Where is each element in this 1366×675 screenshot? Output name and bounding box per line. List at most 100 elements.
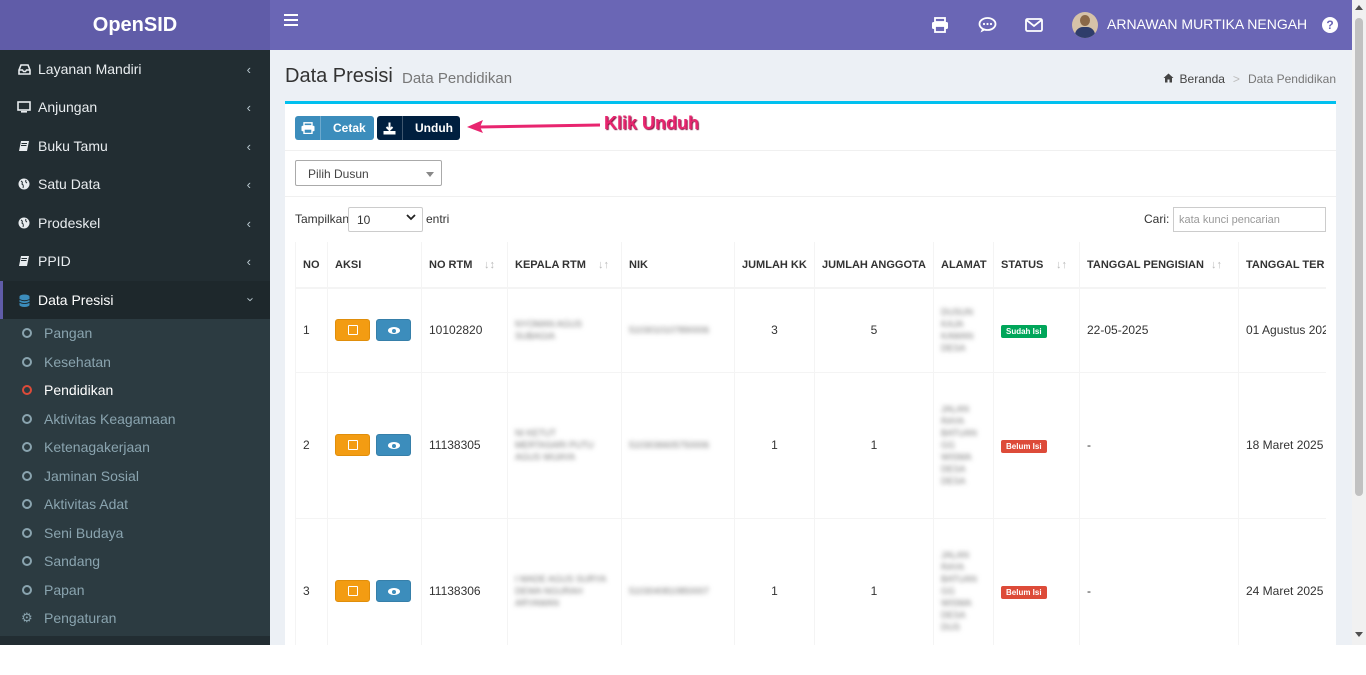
hamburger-menu-icon[interactable]	[284, 14, 298, 28]
dusun-select-value: Pilih Dusun	[308, 167, 369, 181]
page-scrollbar[interactable]	[1352, 0, 1366, 645]
circle-icon	[22, 328, 32, 338]
blurred-text: I MADE AGUS SURYA DEWA NGURAH ARYAWAN	[515, 574, 606, 609]
cetak-button[interactable]: Cetak	[295, 116, 374, 140]
chevron-left-icon: ‹	[246, 139, 251, 154]
scroll-up-icon[interactable]	[1355, 5, 1363, 10]
sidebar-item-label: Prodeskel	[38, 215, 101, 231]
submenu-label: Pendidikan	[44, 382, 114, 398]
submenu-item-pangan[interactable]: Pangan	[0, 319, 270, 347]
cell-status: Belum Isi	[993, 371, 1080, 518]
circle-icon	[22, 357, 32, 367]
avatar[interactable]	[1072, 12, 1098, 38]
blurred-text: JALAN RAYA BATUAN GG WISMA DESA DESA	[941, 404, 977, 486]
print-icon[interactable]	[930, 15, 950, 35]
status-badge: Belum Isi	[1001, 439, 1047, 453]
view-button[interactable]	[376, 319, 411, 342]
user-name[interactable]: ARNAWAN MURTIKA NENGAH	[1107, 16, 1307, 32]
sidebar-item-buku-tamu[interactable]: Buku Tamu ‹	[0, 127, 270, 165]
eye-icon	[388, 327, 400, 335]
sidebar-item-label: Layanan Mandiri	[38, 61, 142, 77]
table-row: 1 10102820 NYOMAN AGUS SUBAGIA 510301010…	[295, 287, 1326, 372]
app-logo[interactable]: OpenSID	[0, 0, 270, 50]
column-header-status[interactable]: STATUS ↓↑	[993, 242, 1080, 289]
cell-jumlah-anggota: 1	[814, 517, 934, 645]
cell-kepala-rtm: NYOMAN AGUS SUBAGIA	[507, 287, 622, 372]
sidebar-item-satu-data[interactable]: Satu Data ‹	[0, 165, 270, 203]
caret-down-icon	[426, 172, 434, 177]
globe-icon	[17, 217, 31, 229]
column-label: NO RTM	[429, 258, 473, 271]
blurred-text: NI KETUT MERTASARI PUTU AGUS WIJAYA	[515, 428, 594, 462]
page-length-value: 10	[357, 213, 371, 227]
submenu-item-sandang[interactable]: Sandang	[0, 547, 270, 575]
dusun-select[interactable]: Pilih Dusun	[295, 160, 442, 186]
globe-icon	[17, 178, 31, 190]
sidebar-item-layanan-mandiri[interactable]: Layanan Mandiri ‹	[0, 50, 270, 88]
circle-icon	[22, 585, 32, 595]
page-length-select[interactable]: 10	[348, 207, 423, 232]
submenu-item-ketenagakerjaan[interactable]: Ketenagakerjaan	[0, 433, 270, 461]
submenu-item-seni-budaya[interactable]: Seni Budaya	[0, 519, 270, 547]
table-row: 3 11138306 I MADE AGUS SURYA DEWA NGURAH…	[295, 517, 1326, 645]
unduh-button[interactable]: Unduh	[377, 116, 460, 140]
chevron-down-icon	[406, 212, 416, 224]
submenu-label: Pangan	[44, 325, 93, 341]
scroll-down-icon[interactable]	[1355, 632, 1363, 637]
column-label: STATUS	[1001, 258, 1044, 271]
edit-button[interactable]	[335, 580, 370, 603]
submenu-label: Ketenagakerjaan	[44, 439, 150, 455]
divider	[285, 150, 1336, 151]
search-label: Cari:	[1144, 212, 1170, 226]
cell-no: 2	[295, 371, 328, 518]
breadcrumb-home-link[interactable]: Beranda	[1180, 72, 1225, 86]
chevron-down-icon: ‹	[241, 297, 257, 302]
submenu-item-pengaturan[interactable]: ⚙ Pengaturan	[0, 604, 270, 632]
submenu-item-kesehatan[interactable]: Kesehatan	[0, 348, 270, 376]
cell-jumlah-kk: 1	[734, 371, 815, 518]
submenu-item-jaminan-sosial[interactable]: Jaminan Sosial	[0, 462, 270, 490]
sidebar-item-anjungan[interactable]: Anjungan ‹	[0, 88, 270, 126]
scrollbar-thumb[interactable]	[1355, 18, 1363, 496]
annotation-text: Klik Unduh	[604, 113, 699, 133]
blurred-text: 5103010107890006	[629, 325, 710, 336]
cell-jumlah-kk: 3	[734, 287, 815, 372]
column-header-aksi: AKSI	[327, 242, 422, 289]
view-button[interactable]	[376, 580, 411, 603]
search-input[interactable]: kata kunci pencarian	[1173, 207, 1326, 232]
edit-button[interactable]	[335, 319, 370, 342]
question-icon[interactable]: ?	[1322, 17, 1338, 33]
edit-button[interactable]	[335, 434, 370, 456]
mail-icon[interactable]	[1024, 15, 1044, 35]
blurred-text: NYOMAN AGUS SUBAGIA	[515, 319, 583, 342]
chat-icon[interactable]	[977, 15, 997, 35]
sidebar-item-prodeskel[interactable]: Prodeskel ‹	[0, 204, 270, 242]
submenu-item-pendidikan[interactable]: Pendidikan	[0, 376, 270, 404]
column-header-tanggal-pengisian[interactable]: TANGGAL PENGISIAN ↓↑	[1079, 242, 1239, 289]
app-window: OpenSID ARNAWAN MURTIKA NENGAH ? Layanan…	[0, 0, 1366, 645]
submenu-item-aktivitas-adat[interactable]: Aktivitas Adat	[0, 490, 270, 518]
sidebar-item-data-presisi[interactable]: Data Presisi ‹	[0, 281, 270, 319]
column-header-nik: NIK	[621, 242, 735, 289]
edit-icon	[348, 586, 358, 597]
column-header-kepala-rtm[interactable]: KEPALA RTM ↓↑	[507, 242, 622, 289]
cell-tanggal-pengisian: -	[1079, 371, 1239, 518]
column-header-no-rtm[interactable]: NO RTM ↓↕	[421, 242, 508, 289]
submenu-data-presisi: Pangan Kesehatan Pendidikan Aktivitas Ke…	[0, 319, 270, 636]
submenu-item-aktivitas-keagamaan[interactable]: Aktivitas Keagamaan	[0, 405, 270, 433]
view-button[interactable]	[376, 434, 411, 456]
cell-alamat: JALAN RAYA BATUAN GG WISMA DESA DESA	[933, 371, 994, 518]
data-table-wrapper: NO AKSI NO RTM ↓↕ KEPALA RTM ↓↑ NIK JUMLAH…	[295, 242, 1326, 645]
sidebar-item-ppid[interactable]: PPID ‹	[0, 242, 270, 280]
cell-no-rtm: 11138306	[421, 517, 508, 645]
submenu-item-papan[interactable]: Papan	[0, 576, 270, 604]
submenu-label: Aktivitas Adat	[44, 496, 129, 512]
book-icon	[17, 255, 31, 267]
cell-status: Belum Isi	[993, 517, 1080, 645]
sidebar-item-label: Buku Tamu	[38, 138, 108, 154]
gear-icon: ⚙	[21, 610, 33, 625]
blurred-text: 5103040810850007	[629, 586, 710, 597]
cell-tanggal-ter: 24 Maret 2025	[1238, 517, 1326, 645]
sidebar: Layanan Mandiri ‹ Anjungan ‹ Buku Tamu ‹…	[0, 50, 270, 645]
top-navbar: ARNAWAN MURTIKA NENGAH ?	[270, 0, 1352, 50]
